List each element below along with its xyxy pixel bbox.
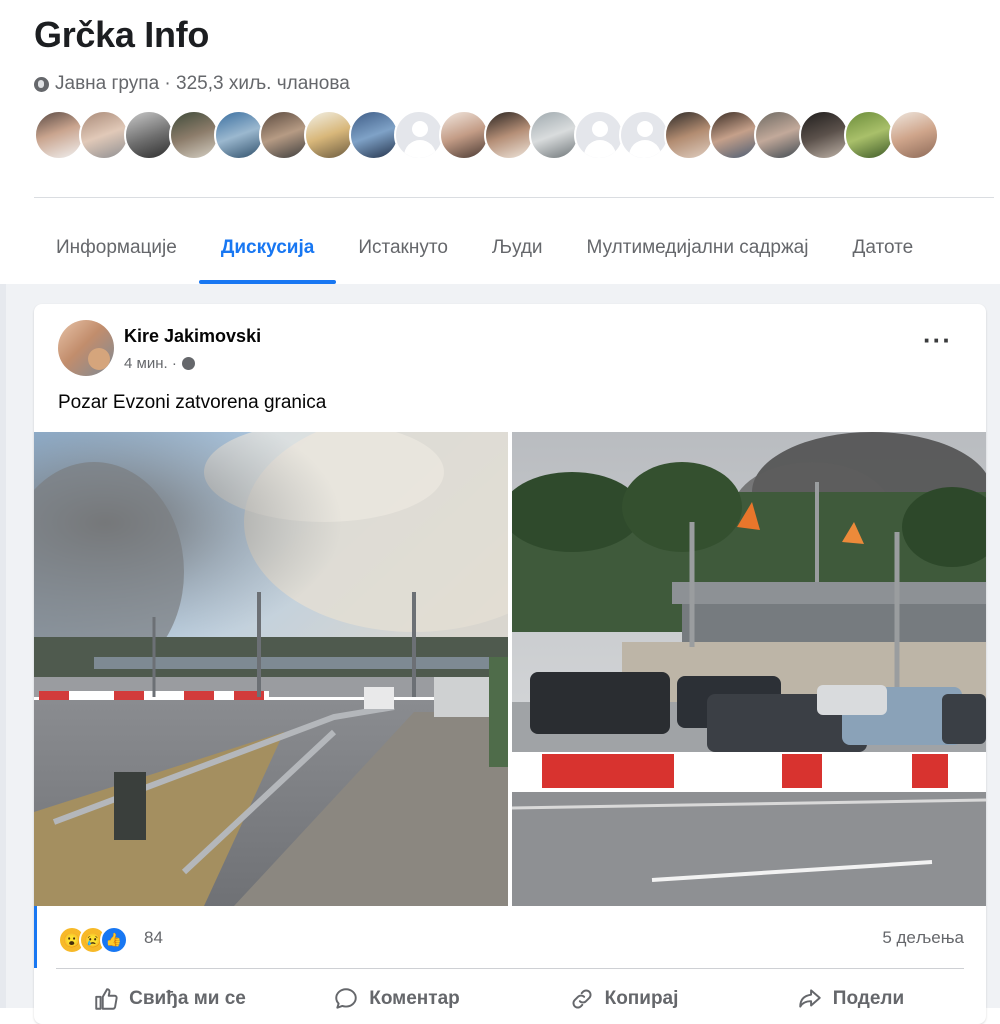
- tab-information[interactable]: Информације: [34, 212, 199, 284]
- post-timestamp: 4 мин. ·: [124, 355, 195, 372]
- avatar[interactable]: [754, 110, 804, 160]
- share-arrow-icon: [799, 989, 821, 1008]
- tab-files[interactable]: Датоте: [830, 212, 935, 284]
- feed-edge: [0, 284, 6, 1008]
- avatar[interactable]: [799, 110, 849, 160]
- thumbs-up-icon: [95, 988, 118, 1010]
- avatar[interactable]: [439, 110, 489, 160]
- tab-featured[interactable]: Истакнуто: [336, 212, 470, 284]
- post-actions: Свиђа ми се Коментар Копирај Подели: [56, 974, 964, 1024]
- group-meta-text: Јавна група · 325,3 хиљ. чланова: [55, 73, 350, 94]
- copy-button[interactable]: Копирај: [510, 974, 737, 1024]
- avatar[interactable]: [889, 110, 939, 160]
- comment-button[interactable]: Коментар: [283, 974, 510, 1024]
- avatar[interactable]: [214, 110, 264, 160]
- audience-globe-icon: [181, 357, 195, 370]
- avatar[interactable]: [124, 110, 174, 160]
- member-avatars[interactable]: [34, 110, 939, 160]
- actions-divider: [56, 968, 964, 969]
- reaction-count[interactable]: 84: [144, 928, 163, 948]
- comment-label: Коментар: [369, 988, 460, 1009]
- tab-media[interactable]: Мултимедијални садржај: [565, 212, 831, 284]
- group-tabs: Информације Дискусија Истакнуто Људи Мул…: [34, 212, 935, 284]
- avatar[interactable]: [349, 110, 399, 160]
- post-time[interactable]: 4 мин. ·: [124, 355, 177, 372]
- avatar[interactable]: [259, 110, 309, 160]
- share-count[interactable]: 5 дељења: [882, 928, 964, 948]
- avatar[interactable]: [34, 110, 84, 160]
- tab-people[interactable]: Људи: [470, 212, 565, 284]
- avatar[interactable]: [844, 110, 894, 160]
- tab-discussion[interactable]: Дискусија: [198, 212, 337, 284]
- group-title[interactable]: Grčka Info: [34, 14, 209, 56]
- avatar[interactable]: [169, 110, 219, 160]
- post-photo-highway[interactable]: [34, 432, 508, 906]
- highway-photo: [34, 432, 508, 906]
- avatar[interactable]: [304, 110, 354, 160]
- post-text: Pozar Evzoni zatvorena granica: [58, 392, 327, 413]
- globe-icon: [34, 76, 49, 92]
- avatar[interactable]: [79, 110, 129, 160]
- more-options-icon[interactable]: ···: [923, 327, 952, 353]
- group-meta: Јавна група · 325,3 хиљ. чланова: [34, 73, 350, 95]
- reactions-bar: 😮 😢 👍 84 5 дељења: [34, 906, 986, 968]
- reaction-icons[interactable]: 😮 😢 👍: [58, 926, 128, 954]
- post-photo-border[interactable]: [512, 432, 986, 906]
- avatar-placeholder[interactable]: [574, 110, 624, 160]
- avatar[interactable]: [664, 110, 714, 160]
- like-reaction-icon: 👍: [100, 926, 128, 954]
- share-button[interactable]: Подели: [737, 974, 964, 1024]
- author-avatar[interactable]: [58, 320, 114, 376]
- avatar[interactable]: [484, 110, 534, 160]
- avatar[interactable]: [529, 110, 579, 160]
- group-header: Grčka Info Јавна група · 325,3 хиљ. члан…: [0, 0, 1000, 284]
- link-icon: [572, 989, 592, 1009]
- copy-label: Копирај: [604, 988, 679, 1009]
- avatar[interactable]: [709, 110, 759, 160]
- like-label: Свиђа ми се: [129, 988, 246, 1009]
- avatar-placeholder[interactable]: [619, 110, 669, 160]
- like-button[interactable]: Свиђа ми се: [56, 974, 283, 1024]
- share-label: Подели: [832, 988, 905, 1009]
- post-card: Kire Jakimovski 4 мин. · ··· Pozar Evzon…: [34, 304, 986, 1024]
- avatar-placeholder[interactable]: [394, 110, 444, 160]
- comment-icon: [335, 988, 357, 1009]
- post-author[interactable]: Kire Jakimovski: [124, 326, 261, 347]
- header-divider: [34, 197, 994, 198]
- border-photo: [512, 432, 986, 906]
